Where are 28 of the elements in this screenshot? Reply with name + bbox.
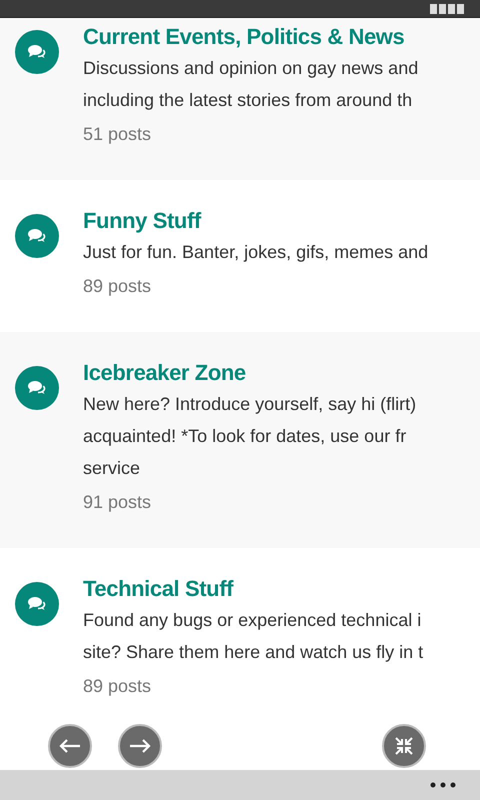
post-count: 89 posts [83,675,152,698]
forum-row[interactable]: Funny Stuff Just for fun. Banter, jokes, gifs, memes and 89 posts [0,180,480,332]
right-arrow-icon [128,738,152,754]
chat-bubbles-icon [15,582,59,626]
back-button[interactable] [48,724,92,768]
chat-bubbles-icon [15,30,59,74]
chat-bubbles-icon [15,366,59,410]
post-count: 91 posts [83,491,152,514]
forum-description: Discussions and opinion on gay news and including the latest stories from around th [83,57,418,112]
forum-description: New here? Introduce yourself, say hi (flirt) acquainted! *To look for dates, use our fr service [83,393,416,480]
battery-icon [430,4,464,14]
forward-button[interactable] [118,724,162,768]
post-count: 51 posts [83,123,152,146]
forum-row[interactable]: Technical Stuff Found any bugs or experienced technical i site? Share them here and watch us fly in t 89 posts [0,548,480,732]
forum-row[interactable]: Icebreaker Zone New here? Introduce yourself, say hi (flirt) acquainted! *To look for dates, use our fr service 91 posts [0,332,480,548]
forum-description: Just for fun. Banter, jokes, gifs, memes and [83,241,428,264]
forum-title[interactable]: Funny Stuff [83,206,428,236]
forum-title[interactable]: Technical Stuff [83,574,424,604]
exit-fullscreen-button[interactable] [382,724,426,768]
forum-title[interactable]: Current Events, Politics & News [83,22,418,52]
left-arrow-icon [58,738,82,754]
more-icon[interactable] [430,782,456,788]
post-count: 89 posts [83,275,152,298]
collapse-icon [394,736,414,756]
forum-title[interactable]: Icebreaker Zone [83,358,416,388]
forum-description: Found any bugs or experienced technical i site? Share them here and watch us fly in t [83,609,424,664]
forum-row[interactable]: Current Events, Politics & News Discussions and opinion on gay news and including the latest stories from around th 51 posts [0,18,480,180]
chat-bubbles-icon [15,214,59,258]
